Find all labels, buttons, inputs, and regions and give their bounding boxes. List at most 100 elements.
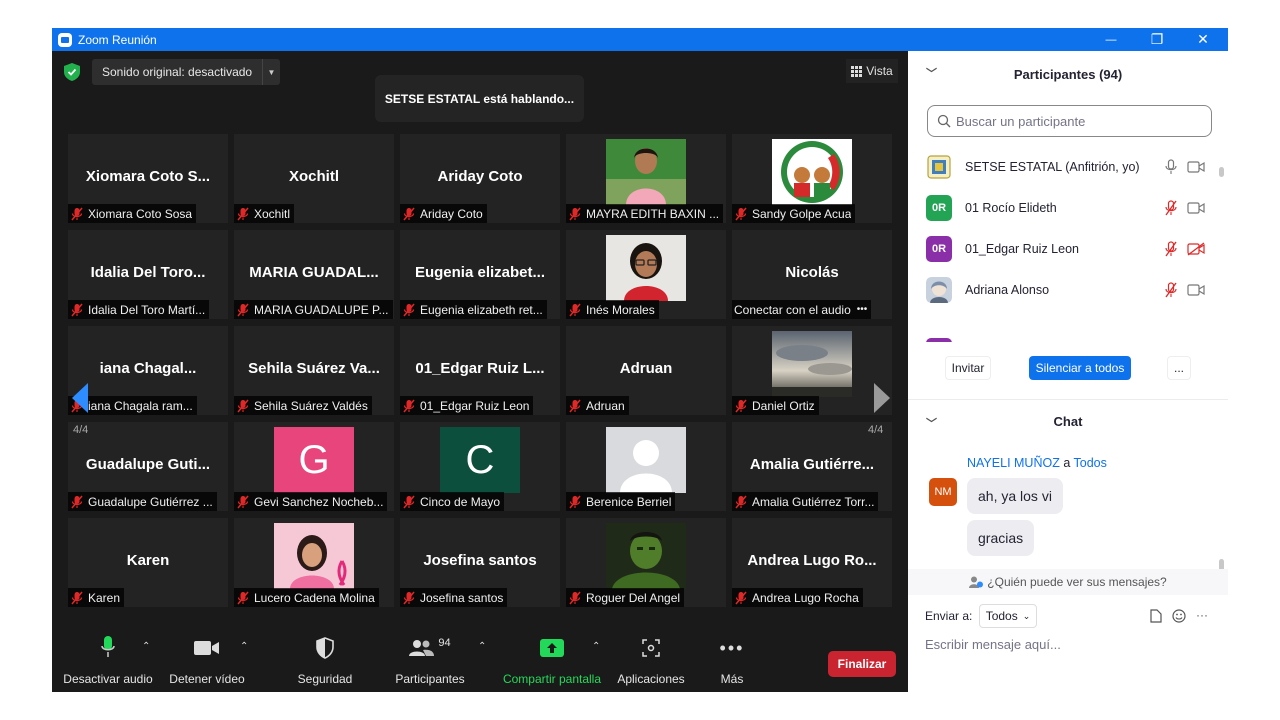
next-page-arrow-icon[interactable]	[872, 383, 892, 413]
stop-video-button[interactable]: Detener vídeo	[164, 633, 250, 692]
emoji-icon[interactable]	[1172, 609, 1186, 623]
video-tile[interactable]: 01_Edgar Ruiz L... 01_Edgar Ruiz Leon	[400, 326, 560, 415]
muted-mic-icon	[237, 207, 249, 220]
video-tile[interactable]: Guadalupe Guti... Guadalupe Gutiérrez ...	[68, 422, 228, 511]
video-camera-icon[interactable]	[1187, 283, 1205, 297]
host-emblem-avatar	[926, 153, 952, 180]
video-tile[interactable]: Karen Karen	[68, 518, 228, 607]
muted-mic-icon[interactable]	[1164, 199, 1178, 216]
end-meeting-button[interactable]: Finalizar	[828, 651, 896, 677]
share-screen-button[interactable]: Compartir pantalla	[500, 633, 604, 692]
tile-name-label: Josefina santos	[400, 588, 508, 607]
video-tile[interactable]: Berenice Berriel	[566, 422, 726, 511]
tile-name-label: Inés Morales	[566, 300, 659, 319]
microphone-icon[interactable]	[1164, 158, 1178, 175]
tile-name-label: Lucero Cadena Molina	[234, 588, 379, 607]
audio-options-caret-icon[interactable]: ⌃	[142, 641, 150, 652]
video-options-caret-icon[interactable]: ⌃	[240, 641, 248, 652]
tile-display-name: Sehila Suárez Va...	[248, 360, 380, 377]
video-tile[interactable]: Adruan Adruan	[566, 326, 726, 415]
muted-mic-icon[interactable]	[1164, 240, 1178, 257]
participant-row[interactable]: 0R 01 Rocío Elideth	[908, 187, 1220, 228]
video-tile[interactable]: Roguer Del Angel	[566, 518, 726, 607]
participant-row[interactable]: Adriana Alonso	[908, 269, 1220, 310]
collapse-participants-chevron-icon[interactable]: ﹀	[926, 65, 937, 81]
security-button[interactable]: Seguridad	[288, 633, 362, 692]
mute-all-button[interactable]: Silenciar a todos	[1029, 356, 1131, 380]
muted-mic-icon	[569, 591, 581, 604]
video-tile[interactable]: Ariday Coto Ariday Coto	[400, 134, 560, 223]
invite-button[interactable]: Invitar	[945, 356, 991, 380]
muted-mic-icon	[569, 495, 581, 508]
who-can-see-messages[interactable]: ¿Quién puede ver sus mensajes?	[908, 569, 1228, 595]
view-button[interactable]: Vista	[846, 59, 898, 83]
video-tile[interactable]: Xochitl Xochitl	[234, 134, 394, 223]
chevron-down-icon: ⌄	[1022, 610, 1031, 621]
video-tile[interactable]: Josefina santos Josefina santos	[400, 518, 560, 607]
apps-button[interactable]: Aplicaciones	[612, 633, 690, 692]
video-tile[interactable]: Idalia Del Toro... Idalia Del Toro Martí.…	[68, 230, 228, 319]
original-sound-toggle[interactable]: Sonido original: desactivado ▼	[92, 59, 280, 85]
participant-list-scrollbar[interactable]	[1219, 167, 1224, 177]
file-icon[interactable]	[1150, 609, 1162, 623]
caret-down-icon: ▼	[267, 67, 276, 77]
muted-mic-icon[interactable]	[1164, 281, 1178, 298]
video-tile[interactable]: MAYRA EDITH BAXIN ...	[566, 134, 726, 223]
video-tile[interactable]: Xiomara Coto S... Xiomara Coto Sosa	[68, 134, 228, 223]
video-tile[interactable]: Daniel Ortiz	[732, 326, 892, 415]
more-dots-icon[interactable]: •••	[857, 304, 868, 315]
collapse-chat-chevron-icon[interactable]: ﹀	[926, 415, 937, 431]
chat-message-input[interactable]: Escribir mensaje aquí...	[925, 637, 1061, 652]
video-tile[interactable]: Inés Morales	[566, 230, 726, 319]
muted-mic-icon	[569, 399, 581, 412]
video-camera-icon[interactable]	[1187, 201, 1205, 215]
pink-ribbon-photo	[274, 523, 354, 589]
muted-mic-icon	[71, 303, 83, 316]
send-to-label: Enviar a:	[925, 609, 973, 623]
participants-options-caret-icon[interactable]: ⌃	[478, 641, 486, 652]
tile-name-label: Daniel Ortiz	[732, 396, 819, 415]
muted-mic-icon	[735, 495, 747, 508]
send-to-dropdown[interactable]: Todos ⌄	[979, 604, 1037, 628]
tile-name-label: Eugenia elizabeth ret...	[400, 300, 547, 319]
participants-button[interactable]: 94 Participantes	[390, 633, 470, 692]
participant-name: Adriana Alonso	[965, 282, 1050, 297]
chat-more-icon[interactable]: ···	[1196, 608, 1208, 622]
gallery-grid: Xiomara Coto S... Xiomara Coto Sosa Xochit…	[68, 134, 894, 610]
woman-photo	[606, 139, 686, 205]
share-options-caret-icon[interactable]: ⌃	[592, 641, 600, 652]
video-tile[interactable]: C Cinco de Mayo	[400, 422, 560, 511]
video-tile[interactable]: Sandy Golpe Acua	[732, 134, 892, 223]
video-tile[interactable]: G Gevi Sanchez Nocheb...	[234, 422, 394, 511]
video-tile[interactable]: Eugenia elizabet... Eugenia elizabeth ret…	[400, 230, 560, 319]
participant-search-input[interactable]: Buscar un participante	[927, 105, 1212, 137]
video-tile[interactable]: MARIA GUADAL... MARIA GUADALUPE P...	[234, 230, 394, 319]
tile-display-name: Ariday Coto	[437, 168, 523, 185]
tile-name-label: Amalia Gutiérrez Torr...	[732, 492, 879, 511]
zoom-window: Zoom Reunión — ❐ ✕ Sonido original: desa…	[52, 28, 1228, 692]
video-tile[interactable]: Andrea Lugo Ro... Andrea Lugo Rocha	[732, 518, 892, 607]
encryption-shield-icon[interactable]	[64, 63, 80, 81]
participant-name: SETSE ESTATAL (Anfitrión, yo)	[965, 159, 1140, 174]
video-tile[interactable]: iana Chagal... iana Chagala ram...	[68, 326, 228, 415]
previous-page-arrow-icon[interactable]	[70, 383, 90, 413]
original-sound-dropdown[interactable]: ▼	[262, 59, 280, 85]
video-camera-icon[interactable]	[1187, 160, 1205, 174]
participant-row[interactable]: 0R 01_Edgar Ruiz Leon	[908, 228, 1220, 269]
video-tile[interactable]: Sehila Suárez Va... Sehila Suárez Valdés	[234, 326, 394, 415]
participant-list: SETSE ESTATAL (Anfitrión, yo) 0R 01 Rocío …	[908, 146, 1220, 342]
participant-row[interactable]: SETSE ESTATAL (Anfitrión, yo)	[908, 146, 1220, 187]
tile-display-name: Guadalupe Guti...	[85, 456, 211, 473]
video-tile[interactable]: Nicolás Conectar con el audio •••	[732, 230, 892, 319]
tile-name-label: Idalia Del Toro Martí...	[68, 300, 210, 319]
participants-more-button[interactable]: ...	[1167, 356, 1191, 380]
minimize-button[interactable]: —	[1088, 28, 1134, 51]
video-off-icon[interactable]	[1187, 241, 1205, 256]
avatar: 0R	[926, 235, 952, 262]
tile-display-name: Xochitl	[288, 168, 339, 185]
tile-display-name: iana Chagal...	[99, 360, 197, 377]
video-tile[interactable]: Lucero Cadena Molina	[234, 518, 394, 607]
restore-button[interactable]: ❐	[1134, 28, 1180, 51]
close-button[interactable]: ✕	[1180, 28, 1226, 51]
more-button[interactable]: ••• Más	[708, 633, 756, 692]
